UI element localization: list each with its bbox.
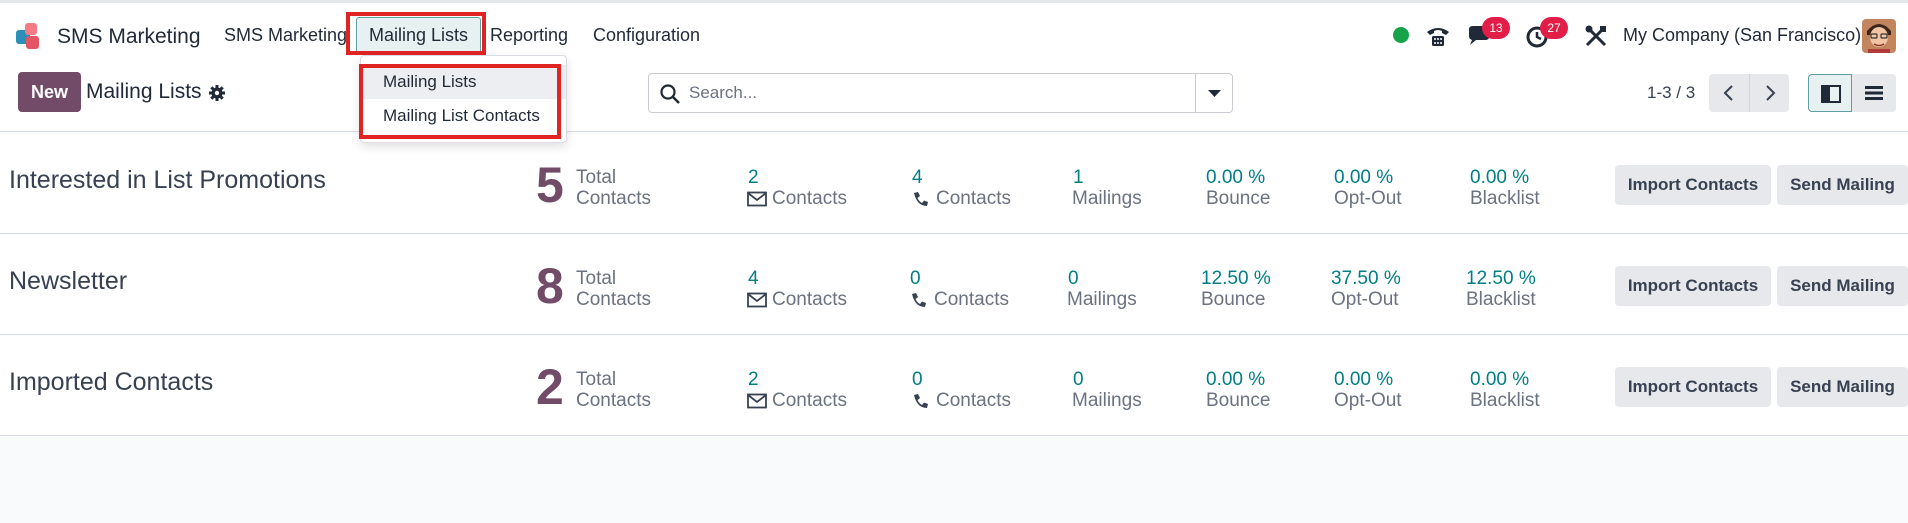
phone-contacts-label: Contacts [909,289,1009,310]
dropdown-item-mailing-list-contacts[interactable]: Mailing List Contacts [361,99,566,133]
bounce-rate: 12.50 % [1201,268,1271,289]
total-label: Total [576,268,617,289]
email-contacts-count[interactable]: 2 [748,369,759,390]
chat-count-badge: 13 [1482,17,1510,39]
activity-count-badge: 27 [1540,17,1568,39]
bounce-label: Bounce [1201,289,1266,310]
envelope-icon [747,191,767,206]
mailings-count[interactable]: 0 [1068,268,1079,289]
mailing-list-card[interactable]: Newsletter 8 Total Contacts 4 Contacts 0… [0,235,1908,335]
menu-sms-marketing[interactable]: SMS Marketing [224,25,347,46]
search-options-toggle[interactable] [1195,74,1232,112]
bounce-label: Bounce [1206,390,1271,411]
contacts-label: Contacts [576,188,651,209]
mailings-label: Mailings [1072,390,1142,411]
mailing-list-card[interactable]: Interested in List Promotions 5 Total Co… [0,134,1908,234]
total-contacts-count: 2 [536,359,564,415]
menu-reporting[interactable]: Reporting [490,25,568,46]
blacklist-rate: 12.50 % [1466,268,1536,289]
optout-rate: 0.00 % [1334,369,1394,390]
control-panel: New Mailing Lists 1-3 / 3 [0,64,1908,132]
email-contacts-label: Contacts [747,188,847,209]
send-mailing-button[interactable]: Send Mailing [1777,266,1908,306]
kanban-view-button[interactable] [1808,74,1852,112]
list-view-button[interactable] [1852,74,1896,112]
contacts-label: Contacts [576,390,651,411]
email-contacts-label: Contacts [747,390,847,411]
mailing-list-card[interactable]: Imported Contacts 2 Total Contacts 2 Con… [0,336,1908,436]
phone-contacts-count[interactable]: 4 [912,167,923,188]
optout-label: Opt-Out [1334,390,1402,411]
phone-icon [912,292,926,307]
tools-icon[interactable] [1581,21,1611,51]
mailings-count[interactable]: 1 [1073,167,1084,188]
phone-contacts-label: Contacts [911,390,1011,411]
blacklist-label: Blacklist [1466,289,1536,310]
contacts-label: Contacts [576,289,651,310]
bounce-rate: 0.00 % [1206,167,1266,188]
page-title: Mailing Lists [86,80,202,103]
company-switcher[interactable]: My Company (San Francisco) [1623,25,1861,46]
bounce-label: Bounce [1206,188,1271,209]
blacklist-label: Blacklist [1470,390,1540,411]
phone-icon [914,191,928,206]
app-name[interactable]: SMS Marketing [57,25,201,49]
phone-contacts-count[interactable]: 0 [912,369,923,390]
phone-icon [914,393,928,408]
online-status-dot [1393,27,1409,43]
email-contacts-label: Contacts [747,289,847,310]
menu-configuration[interactable]: Configuration [593,25,700,46]
mailings-label: Mailings [1067,289,1137,310]
blacklist-rate: 0.00 % [1470,167,1530,188]
send-mailing-button[interactable]: Send Mailing [1777,165,1908,205]
phone-icon[interactable] [1423,21,1453,51]
phone-contacts-count[interactable]: 0 [910,268,921,289]
sms-marketing-app-icon[interactable] [14,21,46,53]
list-name[interactable]: Newsletter [9,267,127,296]
user-avatar[interactable] [1862,19,1896,53]
total-contacts-count: 8 [536,258,564,314]
new-button[interactable]: New [18,72,81,112]
chevron-right-icon [1766,85,1776,101]
menu-mailing-lists[interactable]: Mailing Lists [356,17,482,53]
optout-rate: 37.50 % [1331,268,1401,289]
gear-icon[interactable] [208,84,226,102]
list-name[interactable]: Interested in List Promotions [9,166,326,195]
import-contacts-button[interactable]: Import Contacts [1615,165,1771,205]
phone-contacts-label: Contacts [911,188,1011,209]
email-contacts-count[interactable]: 4 [748,268,759,289]
total-contacts-count: 5 [536,157,564,213]
chevron-left-icon [1723,85,1733,101]
import-contacts-button[interactable]: Import Contacts [1615,266,1771,306]
import-contacts-button[interactable]: Import Contacts [1615,367,1771,407]
pager-value[interactable]: 1-3 / 3 [1647,83,1695,103]
top-navbar: SMS Marketing SMS Marketing Mailing List… [0,0,1908,64]
kanban-icon [1821,85,1841,103]
mailings-count[interactable]: 0 [1073,369,1084,390]
caret-down-icon [1208,90,1221,97]
mailings-label: Mailings [1072,188,1142,209]
search-icon [660,84,680,104]
bounce-rate: 0.00 % [1206,369,1266,390]
pager-previous-button[interactable] [1709,74,1749,112]
blacklist-label: Blacklist [1470,188,1540,209]
envelope-icon [747,292,767,307]
total-label: Total [576,369,617,390]
optout-label: Opt-Out [1331,289,1399,310]
pager-next-button[interactable] [1749,74,1789,112]
mailing-lists-dropdown: Mailing Lists Mailing List Contacts [360,55,567,143]
search-input[interactable] [689,74,1179,112]
email-contacts-count[interactable]: 2 [748,167,759,188]
list-name[interactable]: Imported Contacts [9,368,213,397]
search-bar [648,73,1233,113]
total-label: Total [576,167,617,188]
optout-label: Opt-Out [1334,188,1402,209]
list-icon [1865,86,1883,100]
send-mailing-button[interactable]: Send Mailing [1777,367,1908,407]
dropdown-item-mailing-lists[interactable]: Mailing Lists [361,65,566,99]
blacklist-rate: 0.00 % [1470,369,1530,390]
optout-rate: 0.00 % [1334,167,1394,188]
envelope-icon [747,393,767,408]
